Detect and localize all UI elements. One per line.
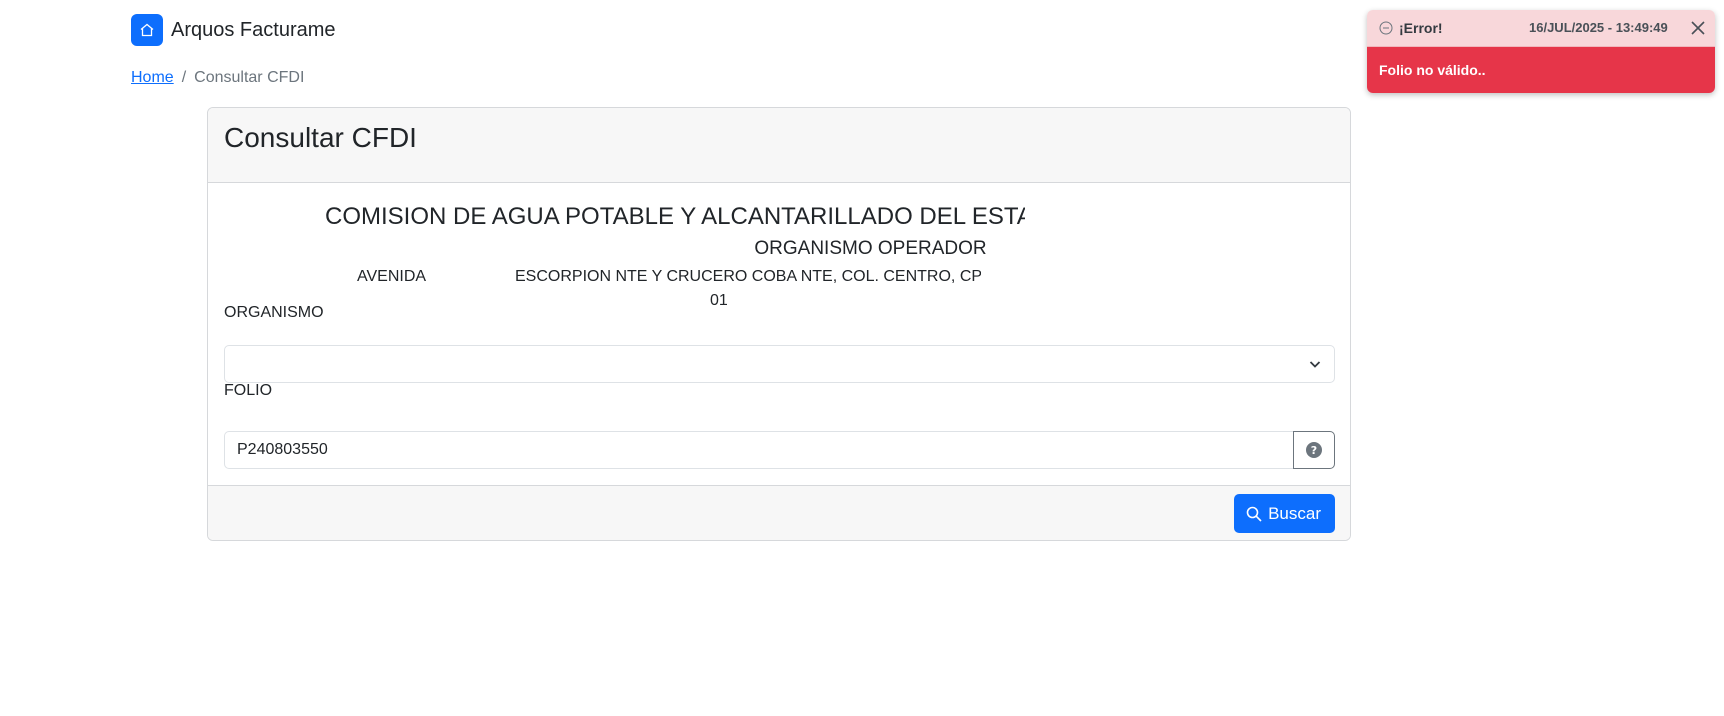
page-title: Consultar CFDI (224, 122, 417, 153)
brand-name[interactable]: Arquos Facturame (171, 19, 336, 42)
organization-name: COMISION DE AGUA POTABLE Y ALCANTARILLAD… (325, 203, 1025, 230)
svg-text:?: ? (1311, 444, 1317, 457)
search-icon (1246, 506, 1262, 522)
breadcrumb-home-link[interactable]: Home (131, 69, 174, 87)
card-footer: Buscar (208, 485, 1350, 540)
organismo-label: ORGANISMO (224, 304, 324, 321)
close-icon[interactable] (1689, 19, 1707, 37)
address-line2: 01 (710, 292, 728, 309)
toast-message: Folio no válido.. (1367, 47, 1715, 93)
card-body: COMISION DE AGUA POTABLE Y ALCANTARILLAD… (208, 183, 1350, 485)
toast-title: ¡Error! (1399, 20, 1443, 36)
breadcrumb-separator: / (181, 69, 187, 86)
question-circle-icon: ? (1306, 442, 1322, 458)
error-icon (1379, 21, 1393, 35)
error-toast: ¡Error! 16/JUL/2025 - 13:49:49 Folio no … (1367, 10, 1715, 93)
consultar-cfdi-card: Consultar CFDI COMISION DE AGUA POTABLE … (207, 107, 1351, 541)
buscar-button-label: Buscar (1268, 503, 1321, 523)
buscar-button[interactable]: Buscar (1234, 494, 1335, 533)
folio-label: FOLIO (224, 382, 273, 399)
folio-input-group: P240803550 ? (224, 431, 1335, 469)
organization-subtitle: ORGANISMO OPERADOR (754, 238, 987, 259)
card-header: Consultar CFDI (208, 108, 1350, 183)
navbar: Arquos Facturame (131, 14, 336, 46)
address-label: AVENIDA (357, 268, 427, 285)
home-icon[interactable] (131, 14, 163, 46)
toast-header: ¡Error! 16/JUL/2025 - 13:49:49 (1367, 10, 1715, 47)
help-button[interactable]: ? (1293, 431, 1335, 469)
breadcrumb: Home / Consultar CFDI (131, 69, 304, 87)
address-text: ESCORPION NTE Y CRUCERO COBA NTE, COL. C… (515, 268, 981, 285)
breadcrumb-current: Consultar CFDI (194, 69, 305, 86)
folio-input[interactable]: P240803550 (224, 431, 1293, 469)
toast-timestamp: 16/JUL/2025 - 13:49:49 (1529, 20, 1668, 35)
chevron-down-icon (1309, 361, 1321, 368)
organismo-select[interactable] (224, 345, 1335, 383)
